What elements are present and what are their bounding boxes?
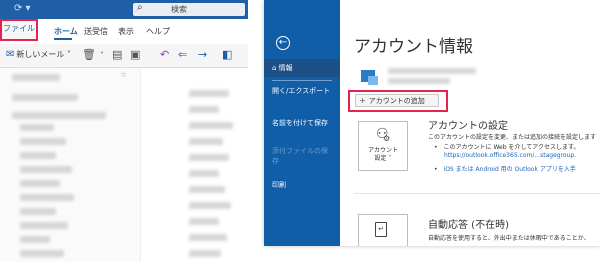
- tab-view[interactable]: 表示: [118, 26, 134, 37]
- back-arrow-icon[interactable]: ←: [276, 36, 290, 50]
- bullet-dot: •: [434, 144, 438, 151]
- blurred-folder: [20, 152, 56, 159]
- page-title: アカウント情報: [354, 37, 473, 57]
- account-logo-accent: [368, 76, 378, 85]
- add-account-label: アカウントの追加: [368, 97, 425, 105]
- blurred-folder: [12, 94, 78, 101]
- bullet-web-access-text: このアカウントに Web を介してアクセスします。: [443, 144, 580, 151]
- blurred-folder: [12, 74, 60, 81]
- automatic-replies-button[interactable]: ↵: [358, 214, 408, 246]
- new-mail-label: 新しいメール: [16, 50, 65, 59]
- blurred-message[interactable]: [189, 154, 229, 161]
- automatic-replies-heading: 自動応答 (不在時): [428, 220, 509, 231]
- blurred-message[interactable]: [189, 202, 231, 209]
- add-account-button[interactable]: + アカウントの追加: [355, 94, 439, 107]
- highlight-box: + アカウントの追加: [348, 90, 448, 112]
- blurred-message[interactable]: [189, 106, 219, 113]
- title-bar: ⟳ ▾ ⌕ 検索: [0, 0, 248, 19]
- nav-item-save-attachments: 添付ファイルの保存: [272, 147, 328, 165]
- blurred-folder: [20, 194, 74, 201]
- home-icon: ⌂: [272, 64, 279, 72]
- tab-home[interactable]: ホーム: [54, 26, 78, 37]
- automatic-replies-description: 自動応答を使用すると、外出中または休暇中であることか、: [428, 235, 590, 242]
- blurred-message[interactable]: [189, 122, 233, 129]
- plus-icon: +: [359, 96, 366, 105]
- blurred-message[interactable]: [189, 234, 227, 241]
- blurred-folder: [20, 250, 64, 257]
- tile-label-line1: アカウント: [367, 147, 398, 154]
- blurred-folder: [20, 166, 72, 173]
- tab-help[interactable]: ヘルプ: [146, 26, 170, 37]
- backstage-content: アカウント情報 + アカウントの追加 ⚇ ⚙ アカウント 設定 ˅ アカウントの設…: [340, 0, 600, 246]
- nav-divider: [272, 80, 332, 81]
- active-tab-indicator: [54, 38, 72, 40]
- ribbon-tabs: ファイル ホーム 送受信 表示 ヘルプ: [0, 19, 248, 44]
- search-box[interactable]: ⌕ 検索: [133, 2, 245, 16]
- blurred-folder: [12, 112, 106, 119]
- quick-access-toolbar[interactable]: ⟳ ▾: [14, 3, 44, 16]
- blurred-folder: [20, 236, 50, 243]
- blurred-folder: [20, 222, 68, 229]
- bullet-web-access: • このアカウントに Web を介してアクセスします。: [434, 142, 579, 151]
- blurred-message[interactable]: [189, 170, 219, 177]
- favorite-star-icon[interactable]: ☆: [120, 70, 127, 79]
- ribbon-toolbar: ✉ 新しいメール ˅ 🗑 ˅ ▤ ▣ ↶ ⇐ → ◧: [0, 44, 248, 68]
- message-list: [140, 68, 248, 262]
- dropdown-icon[interactable]: ˅: [100, 51, 104, 60]
- blurred-message[interactable]: [189, 186, 225, 193]
- account-settings-tile-label: アカウント 設定 ˅: [359, 147, 407, 163]
- backstage-nav: ← ⌂ 情報 開く/エクスポート 名前を付けて保存 添付ファイルの保存 印刷: [264, 0, 340, 246]
- account-settings-description: このアカウントの設定を変更、または追加の接続を設定します: [428, 134, 597, 141]
- section-divider: [354, 193, 600, 194]
- blurred-message[interactable]: [189, 218, 219, 225]
- forward-icon[interactable]: →: [198, 48, 207, 61]
- folder-pane: ☆: [0, 68, 140, 262]
- tab-file-label: ファイル: [3, 24, 35, 33]
- nav-item-print[interactable]: 印刷: [272, 180, 286, 190]
- blurred-message[interactable]: [189, 90, 229, 97]
- new-mail-button[interactable]: ✉ 新しいメール ˅: [6, 49, 71, 60]
- blurred-account-type: [388, 78, 450, 84]
- nav-item-open-export[interactable]: 開く/エクスポート: [272, 86, 330, 96]
- blurred-message[interactable]: [189, 250, 221, 257]
- blurred-message[interactable]: [189, 138, 223, 145]
- tab-send-receive[interactable]: 送受信: [84, 26, 108, 37]
- nav-item-save-as[interactable]: 名前を付けて保存: [272, 118, 332, 128]
- search-placeholder: 検索: [171, 5, 187, 14]
- nav-item-info[interactable]: ⌂ 情報: [264, 59, 340, 77]
- bullet-dot: •: [434, 166, 438, 173]
- search-icon: ⌕: [137, 2, 143, 13]
- move-icon[interactable]: ▣: [130, 48, 140, 61]
- blurred-account-name: [388, 68, 476, 74]
- nav-info-label: 情報: [278, 64, 293, 72]
- archive-icon[interactable]: ▤: [112, 48, 122, 61]
- delete-icon[interactable]: 🗑: [82, 48, 96, 61]
- blurred-folder: [20, 208, 56, 215]
- account-settings-heading: アカウントの設定: [428, 121, 508, 132]
- blurred-folder: [20, 180, 60, 187]
- owa-link[interactable]: https://outlook.office365.com/...stagegr…: [444, 152, 576, 159]
- blurred-folder: [20, 138, 66, 145]
- teams-icon[interactable]: ◧: [222, 48, 232, 61]
- blurred-folder: [20, 124, 54, 131]
- tile-label-line2: 設定 ˅: [374, 155, 392, 162]
- reply-icon[interactable]: ↶: [160, 48, 169, 61]
- reply-all-icon[interactable]: ⇐: [178, 48, 187, 61]
- backstage-window: ← ⌂ 情報 開く/エクスポート 名前を付けて保存 添付ファイルの保存 印刷 ア…: [264, 0, 600, 246]
- envelope-icon: ✉: [6, 49, 15, 60]
- tab-file[interactable]: ファイル: [0, 19, 38, 41]
- bullet-mobile-app: • iOS または Android 用の Outlook アプリを入手: [434, 164, 576, 173]
- gear-icon: ⚙: [383, 134, 391, 143]
- mobile-app-link[interactable]: iOS または Android 用の Outlook アプリを入手: [444, 166, 576, 173]
- automatic-reply-icon: ↵: [375, 222, 387, 237]
- outlook-main-window: ⟳ ▾ ⌕ 検索 ファイル ホーム 送受信 表示 ヘルプ ✉ 新しいメール ˅ 🗑…: [0, 0, 248, 262]
- account-settings-button[interactable]: ⚇ ⚙ アカウント 設定 ˅: [358, 121, 408, 171]
